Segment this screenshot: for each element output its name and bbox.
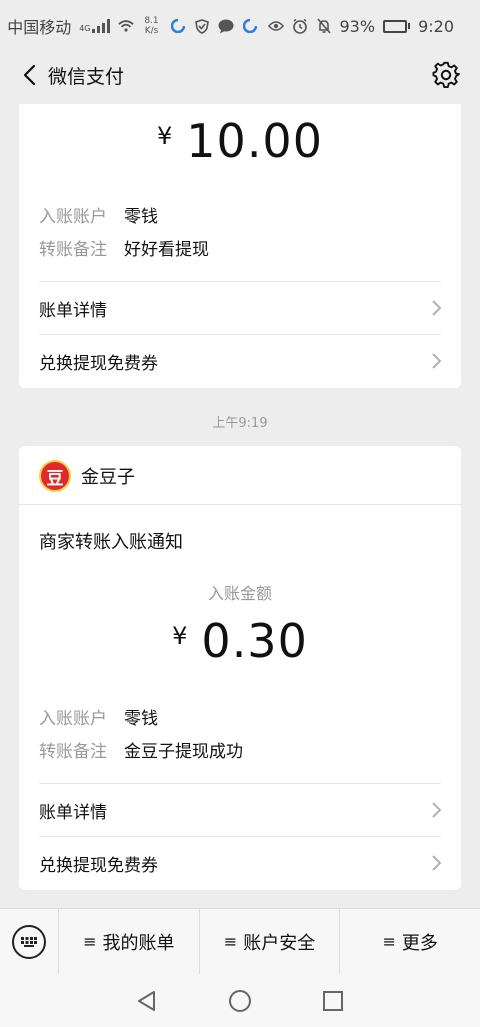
- merchant-logo: 豆: [39, 460, 71, 492]
- info-value: 金豆子提现成功: [124, 742, 243, 762]
- menu-icon: ≡: [382, 932, 396, 951]
- info-row-account: 入账账户 零钱: [39, 704, 158, 729]
- network-speed: 8.1 K/s: [144, 16, 159, 36]
- shield-icon: [194, 18, 210, 34]
- amount-display: ¥ 0.30: [19, 614, 461, 668]
- square-recents-icon: [323, 990, 344, 1011]
- settings-button[interactable]: [432, 61, 460, 89]
- system-home-button[interactable]: [220, 981, 260, 1021]
- info-row-account: 入账账户 零钱: [39, 202, 158, 227]
- info-label: 转账备注: [39, 742, 107, 762]
- mute-bell-icon: [316, 18, 332, 34]
- carrier-label: 中国移动: [7, 18, 72, 37]
- link-label: 账单详情: [39, 300, 107, 321]
- chevron-left-icon: [23, 64, 36, 86]
- transfer-card-1: ¥ 10.00 入账账户 零钱 转账备注 好好看提现 账单详情 兑换提现免费券: [19, 104, 461, 388]
- alarm-icon: [292, 18, 308, 34]
- amount-value: 10.00: [186, 114, 323, 168]
- app-notification-icon: [170, 18, 186, 34]
- system-back-button[interactable]: [127, 981, 167, 1021]
- divider: [19, 504, 461, 505]
- redeem-coupon-link[interactable]: 兑换提现免费券: [39, 837, 443, 889]
- currency-symbol: ¥: [172, 622, 188, 650]
- chat-bubble-icon: [218, 18, 234, 34]
- bill-details-link[interactable]: 账单详情: [39, 784, 443, 836]
- status-time: 9:20: [418, 16, 454, 36]
- merchant-name: 金豆子: [81, 467, 135, 488]
- message-timestamp: 上午9:19: [212, 416, 268, 431]
- currency-symbol: ¥: [157, 122, 173, 150]
- battery-percent: 93%: [339, 16, 376, 36]
- chevron-right-icon: [432, 802, 442, 818]
- info-value: 零钱: [124, 207, 158, 227]
- notice-title: 商家转账入账通知: [39, 532, 183, 553]
- keyboard-toggle-button[interactable]: [0, 909, 58, 974]
- link-label: 账单详情: [39, 802, 107, 823]
- transfer-card-2: 豆 金豆子 商家转账入账通知 入账金额 ¥ 0.30 入账账户 零钱 转账备注 …: [19, 446, 461, 890]
- merchant-header[interactable]: 豆 金豆子: [39, 460, 135, 492]
- info-label: 转账备注: [39, 240, 107, 260]
- keyboard-icon: [12, 924, 46, 959]
- network-type: 4G: [79, 24, 91, 33]
- signal-icon: 4G: [79, 19, 110, 33]
- system-nav-bar: [0, 974, 480, 1027]
- chevron-right-icon: [432, 353, 442, 369]
- info-row-remark: 转账备注 金豆子提现成功: [39, 737, 243, 762]
- wifi-icon: [117, 18, 134, 34]
- eye-icon: [267, 18, 284, 34]
- triangle-back-icon: [137, 990, 155, 1011]
- nav-bar: 微信支付: [0, 52, 480, 98]
- system-recents-button[interactable]: [313, 981, 353, 1021]
- menu-label: 更多: [401, 932, 438, 954]
- menu-icon: ≡: [83, 932, 97, 951]
- menu-label: 我的账单: [102, 932, 175, 954]
- status-bar: 中国移动 4G 8.1 K/s 93% 9:20: [0, 0, 480, 52]
- info-label: 入账账户: [39, 207, 107, 227]
- menu-label: 账户安全: [243, 932, 316, 954]
- menu-icon: ≡: [223, 932, 238, 951]
- gear-icon: [432, 61, 460, 88]
- page-title: 微信支付: [48, 65, 125, 88]
- amount-display: ¥ 10.00: [19, 114, 461, 168]
- app-notification-icon-2: [242, 18, 258, 34]
- info-row-remark: 转账备注 好好看提现: [39, 235, 209, 260]
- link-label: 兑换提现免费券: [39, 353, 158, 374]
- info-value: 零钱: [124, 709, 158, 729]
- amount-value: 0.30: [201, 614, 308, 668]
- redeem-coupon-link[interactable]: 兑换提现免费券: [39, 335, 443, 387]
- info-label: 入账账户: [39, 709, 107, 729]
- info-value: 好好看提现: [124, 240, 209, 260]
- amount-label: 入账金额: [207, 584, 272, 603]
- menu-more[interactable]: ≡ 更多: [339, 909, 480, 974]
- circle-home-icon: [228, 989, 251, 1012]
- bill-details-link[interactable]: 账单详情: [39, 282, 443, 334]
- battery-icon: [383, 19, 411, 33]
- chevron-right-icon: [432, 855, 442, 871]
- chevron-right-icon: [432, 300, 442, 316]
- menu-account-security[interactable]: ≡ 账户安全: [198, 909, 340, 974]
- menu-my-bills[interactable]: ≡ 我的账单: [58, 909, 199, 974]
- back-button[interactable]: [14, 60, 44, 90]
- link-label: 兑换提现免费券: [39, 855, 158, 876]
- bottom-menu-bar: ≡ 我的账单 ≡ 账户安全 ≡ 更多: [0, 908, 480, 974]
